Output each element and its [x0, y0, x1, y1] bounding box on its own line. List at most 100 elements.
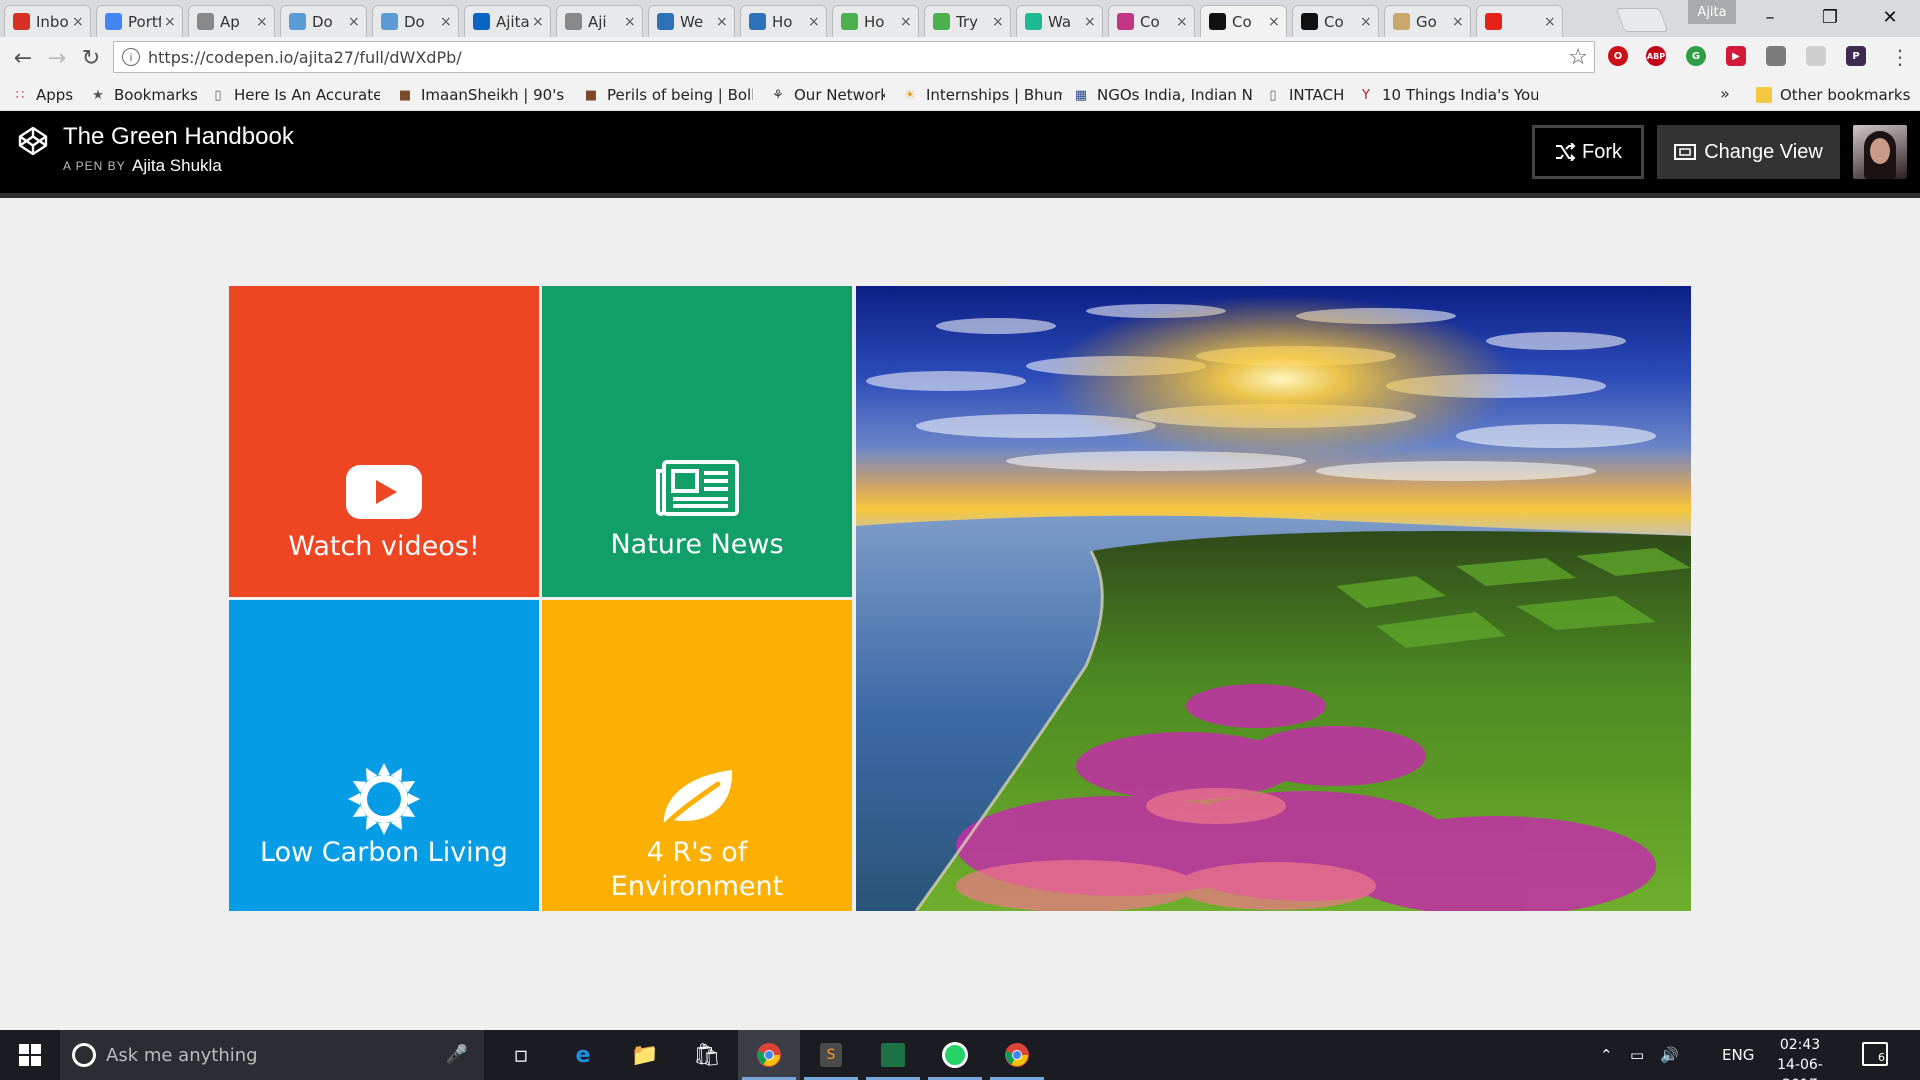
excel-like-icon[interactable]: [862, 1030, 924, 1080]
gmail-icon: [13, 13, 30, 30]
bookmark-item[interactable]: ▯ INTACH: [1265, 84, 1344, 106]
extension-icon[interactable]: [1766, 46, 1786, 66]
taskbar-search-box[interactable]: Ask me anything 🎤: [60, 1030, 484, 1080]
tab-0[interactable]: Inbox×: [4, 5, 91, 37]
grammarly-extension-icon[interactable]: G: [1686, 46, 1706, 66]
tab-14[interactable]: Co ×: [1292, 5, 1379, 37]
tab-close-icon[interactable]: ×: [1360, 14, 1372, 30]
tab-close-icon[interactable]: ×: [624, 14, 636, 30]
bookmark-item[interactable]: ★ Bookmarks: [90, 84, 198, 106]
file-explorer-icon[interactable]: 📁: [614, 1030, 676, 1080]
edge-icon[interactable]: e: [552, 1030, 614, 1080]
bookmark-star-icon[interactable]: ☆: [1568, 45, 1588, 70]
bookmark-item[interactable]: ☀ Internships | Bhumi: [902, 84, 1062, 106]
tile-four-rs[interactable]: 4 R's of Environment: [542, 600, 852, 911]
newspaper-icon: [656, 460, 739, 516]
tab-close-icon[interactable]: ×: [808, 14, 820, 30]
tab-close-icon[interactable]: ×: [164, 14, 176, 30]
change-view-button[interactable]: Change View: [1657, 125, 1840, 179]
user-avatar[interactable]: [1853, 125, 1907, 179]
bookmark-item[interactable]: ■ ImaanSheikh | 90's Pi: [397, 84, 567, 106]
tab-5[interactable]: Ajita ×: [464, 5, 551, 37]
tile-nature-news[interactable]: Nature News: [542, 286, 852, 597]
tab-close-icon[interactable]: ×: [900, 14, 912, 30]
bookmarks-overflow-icon[interactable]: »: [1720, 84, 1730, 103]
bookmark-item[interactable]: ▦ NGOs India, Indian N: [1073, 84, 1253, 106]
opera-extension-icon[interactable]: O: [1608, 46, 1628, 66]
tab-9[interactable]: Ho ×: [832, 5, 919, 37]
extension-icon-2[interactable]: [1806, 46, 1826, 66]
minimize-icon[interactable]: –: [1740, 0, 1800, 34]
fork-button[interactable]: Fork: [1532, 125, 1644, 179]
pen-author-link[interactable]: Ajita Shukla: [132, 156, 222, 176]
show-hidden-icons[interactable]: ⌃: [1600, 1030, 1613, 1080]
pocket-extension-icon[interactable]: P: [1846, 46, 1866, 66]
windows-start-icon[interactable]: [0, 1030, 60, 1080]
system-clock[interactable]: 02:43 14-06-2017: [1760, 1035, 1840, 1080]
tab-2[interactable]: Ap ×: [188, 5, 275, 37]
tab-4[interactable]: Do ×: [372, 5, 459, 37]
tab-close-icon[interactable]: ×: [1268, 14, 1280, 30]
bookmark-item[interactable]: ⚘ Our Network: [770, 84, 885, 106]
browser-menu-icon[interactable]: ⋮: [1890, 45, 1910, 69]
tab-close-icon[interactable]: ×: [1544, 14, 1556, 30]
tab-10[interactable]: Try ×: [924, 5, 1011, 37]
whatsapp-icon[interactable]: [924, 1030, 986, 1080]
address-bar[interactable]: i https://codepen.io/ajita27/full/dWXdPb…: [113, 41, 1595, 73]
play-icon: [1025, 13, 1042, 30]
tab-1[interactable]: Portfolio×: [96, 5, 183, 37]
forward-arrow-icon[interactable]: →: [44, 45, 70, 71]
people-icon: ⚘: [772, 87, 784, 103]
tab-close-icon[interactable]: ×: [348, 14, 360, 30]
sublime-text-icon[interactable]: S: [800, 1030, 862, 1080]
other-bookmarks[interactable]: Other bookmarks: [1756, 84, 1910, 106]
tab-close-icon[interactable]: ×: [1084, 14, 1096, 30]
info-icon[interactable]: i: [122, 48, 140, 66]
tab-close-icon[interactable]: ×: [72, 14, 84, 30]
tab-15[interactable]: Go ×: [1384, 5, 1471, 37]
photo-icon: ■: [584, 87, 598, 103]
tab-close-icon[interactable]: ×: [1452, 14, 1464, 30]
tab-close-icon[interactable]: ×: [1176, 14, 1188, 30]
chrome-taskbar-icon[interactable]: [738, 1030, 800, 1080]
language-indicator[interactable]: ENG: [1722, 1030, 1754, 1080]
microphone-icon[interactable]: 🎤: [446, 1044, 468, 1065]
tab-3[interactable]: Do ×: [280, 5, 367, 37]
reload-icon[interactable]: ↻: [78, 45, 104, 71]
tab-close-icon[interactable]: ×: [532, 14, 544, 30]
tab-close-icon[interactable]: ×: [256, 14, 268, 30]
new-tab-button[interactable]: [1615, 8, 1669, 32]
action-center-icon[interactable]: 6: [1862, 1042, 1888, 1066]
y-icon: Y: [1362, 87, 1370, 103]
chrome-taskbar-icon-2[interactable]: [986, 1030, 1048, 1080]
tile-watch-videos[interactable]: Watch videos!: [229, 286, 539, 597]
tab-close-icon[interactable]: ×: [440, 14, 452, 30]
tab-16[interactable]: ×: [1476, 5, 1563, 37]
volume-icon[interactable]: 🔊: [1660, 1030, 1679, 1080]
adblock-icon[interactable]: ABP: [1646, 46, 1666, 66]
tab-11[interactable]: Wa ×: [1016, 5, 1103, 37]
tab-8[interactable]: Ho ×: [740, 5, 827, 37]
tab-7[interactable]: We ×: [648, 5, 735, 37]
tab-close-icon[interactable]: ×: [992, 14, 1004, 30]
tab-close-icon[interactable]: ×: [716, 14, 728, 30]
bookmark-item[interactable]: ▯ Here Is An Accurate A: [210, 84, 380, 106]
bookmark-item[interactable]: Y 10 Things India's You: [1358, 84, 1538, 106]
bookmark-item[interactable]: ■ Perils of being | Bolly: [583, 84, 753, 106]
tab-title: Aji: [588, 12, 607, 31]
tab-13[interactable]: Co ×: [1200, 5, 1287, 37]
back-arrow-icon[interactable]: ←: [10, 45, 36, 71]
tile-low-carbon-living[interactable]: Low Carbon Living: [229, 600, 539, 911]
bookmark-item[interactable]: ∷ Apps: [12, 84, 73, 106]
close-window-icon[interactable]: ✕: [1860, 0, 1920, 34]
restore-icon[interactable]: ❐: [1800, 0, 1860, 34]
task-view-icon[interactable]: ▫: [490, 1030, 552, 1080]
codepen-logo-icon[interactable]: [17, 125, 49, 157]
profile-badge[interactable]: Ajita: [1688, 0, 1736, 24]
battery-icon[interactable]: ▭: [1630, 1030, 1644, 1080]
tab-6[interactable]: Aji ×: [556, 5, 643, 37]
video-extension-icon[interactable]: ▶: [1726, 46, 1746, 66]
sun-icon: [348, 763, 420, 835]
tab-12[interactable]: Co ×: [1108, 5, 1195, 37]
store-icon[interactable]: 🛍: [676, 1030, 738, 1080]
